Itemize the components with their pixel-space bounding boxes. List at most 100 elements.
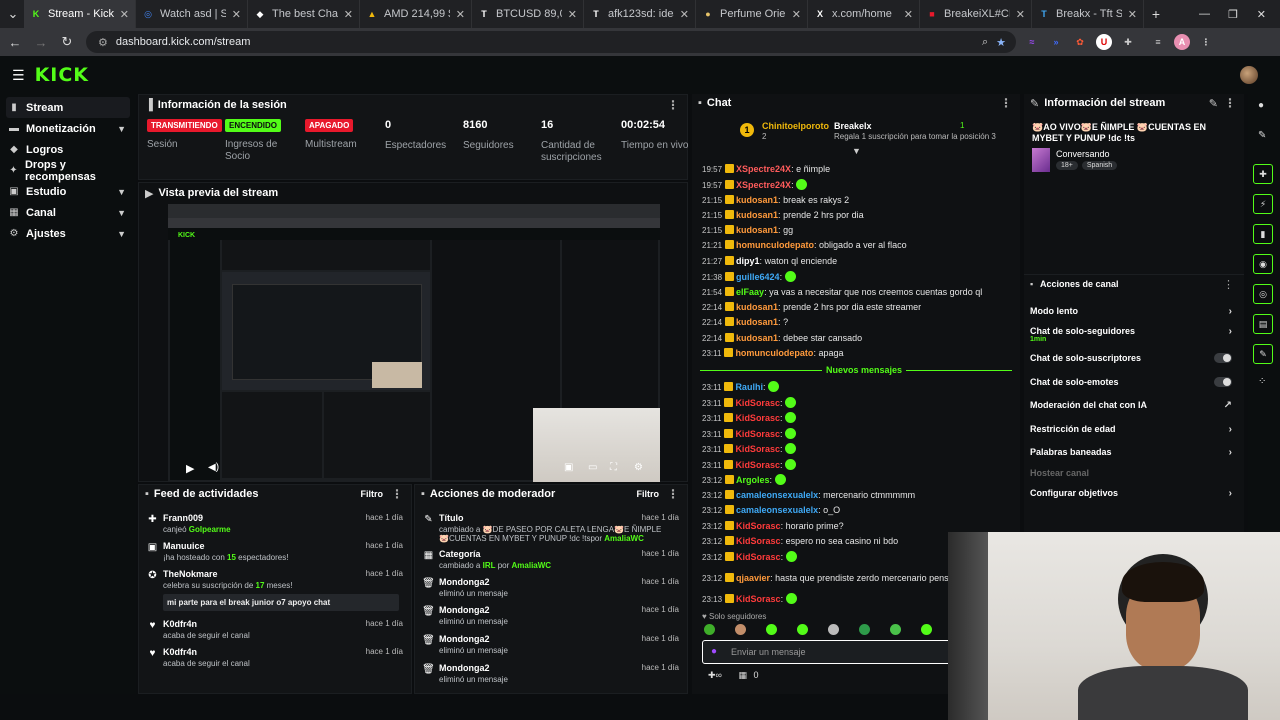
extensions-puzzle-icon[interactable]: ✚	[1120, 34, 1136, 50]
sidebar-item-ajustes[interactable]: ⚙ Ajustes ▼	[6, 223, 130, 244]
browser-tab[interactable]: ■ BreakeiXL#CIRDC ✕	[920, 0, 1032, 28]
rail-button-layout[interactable]: ▤	[1253, 314, 1273, 334]
sidebar-item-estudio[interactable]: ▣ Estudio ▼	[6, 181, 130, 202]
kick-logo[interactable]: KICK	[35, 64, 89, 86]
chat-message[interactable]: 19:57 XSpectre24X:	[702, 179, 1002, 191]
browser-tab[interactable]: T BTCUSD 89,093 ▲ ✕	[472, 0, 584, 28]
pinned-leaderboard[interactable]: 1 Chinitoelporoto 2 Breakelx 1 Regala 1 …	[740, 120, 1010, 144]
edit-icon[interactable]: ✎	[1209, 97, 1218, 110]
url-bar[interactable]: ⚙ dashboard.kick.com/stream ⌕ ★	[86, 31, 1016, 53]
reading-list-icon[interactable]: ≡	[1150, 34, 1166, 50]
tab-close-icon[interactable]: ✕	[1016, 8, 1025, 21]
chat-message[interactable]: 22:14 kudosan1: ?	[702, 317, 1002, 328]
mod-action-item[interactable]: 🗑 Mondonga2 hace 1 día eliminó un mensaje	[421, 634, 683, 655]
channel-action-chat-de-solo-emotes[interactable]: Chat de solo-emotes	[1030, 377, 1236, 387]
chat-message[interactable]: 23:11 KidSorasc:	[702, 412, 1002, 424]
rail-button-doc[interactable]: ▮	[1253, 224, 1273, 244]
reload-icon[interactable]: ↻	[56, 31, 78, 53]
tab-close-icon[interactable]: ✕	[680, 8, 689, 21]
chat-username[interactable]: KidSorasc	[735, 444, 780, 454]
chat-menu-icon[interactable]: ⋮	[1000, 96, 1012, 110]
volume-icon[interactable]: ◀)	[208, 462, 219, 473]
chat-message[interactable]: 21:27 dipy1: waton ql enciende	[702, 256, 1002, 267]
browser-tab[interactable]: ◎ Watch asd | Strea ✕	[136, 0, 248, 28]
tab-close-icon[interactable]: ✕	[232, 8, 241, 21]
chat-username[interactable]: kudosan1	[736, 302, 778, 312]
info-circle-icon[interactable]: ●	[1258, 100, 1264, 111]
tab-close-icon[interactable]: ✕	[120, 8, 129, 21]
activity-item[interactable]: ✪ TheNokmare hace 1 día celebra su suscripc…	[145, 569, 407, 611]
extension-icon-1[interactable]: ≈	[1024, 34, 1040, 50]
tab-close-icon[interactable]: ✕	[344, 8, 353, 21]
channel-actions-menu-icon[interactable]: ⋮	[1223, 278, 1234, 291]
rail-button-broadcast[interactable]: ◎	[1253, 284, 1273, 304]
chat-username[interactable]: camaleonsexualelx	[736, 505, 818, 515]
chat-message[interactable]: 23:12 KidSorasc: horario prime?	[702, 521, 1002, 532]
sidebar-item-monetizaci-n[interactable]: ▬ Monetización ▼	[6, 118, 130, 139]
channel-action-palabras-baneadas[interactable]: Palabras baneadas ›	[1030, 447, 1236, 458]
rail-button-chat[interactable]: ◉	[1253, 254, 1273, 274]
chat-username[interactable]: kudosan1	[736, 333, 778, 343]
fullscreen-icon[interactable]: ⛶	[610, 462, 617, 473]
chat-username[interactable]: XSpectre24X	[736, 180, 791, 190]
chat-username[interactable]: qjaavier	[736, 573, 770, 583]
browser-tab[interactable]: ▲ AMD 214,99 $ (▼ ✕	[360, 0, 472, 28]
activity-item[interactable]: ▣ Manuuice hace 1 día ¡ha hosteado con 15 e…	[145, 541, 407, 562]
chat-message[interactable]: 21:15 kudosan1: prende 2 hrs por dia	[702, 210, 1002, 221]
stream-preview-video[interactable]: KICK ▶ ◀) ▣ ▭ ⛶ ⚙	[168, 204, 660, 482]
tab-close-icon[interactable]: ✕	[1128, 8, 1137, 21]
chat-username[interactable]: KidSorasc	[736, 594, 781, 604]
mod-action-item[interactable]: 🗑 Mondonga2 hace 1 día eliminó un mensaje	[421, 605, 683, 626]
chat-message[interactable]: 23:11 KidSorasc:	[702, 443, 1002, 455]
extension-icon-4[interactable]: U	[1096, 34, 1112, 50]
channel-action-modo-lento[interactable]: Modo lento ›	[1030, 306, 1236, 317]
chat-input[interactable]: ● Enviar un mensaje	[702, 640, 952, 664]
sidebar-item-logros[interactable]: ◆ Logros	[6, 139, 130, 160]
chat-message[interactable]: 23:11 homunculodepato: apaga	[702, 348, 1002, 359]
chat-username[interactable]: KidSorasc	[735, 429, 780, 439]
rail-more-icon[interactable]: ⁘	[1258, 376, 1266, 387]
chat-message[interactable]: 22:14 kudosan1: debee star cansado	[702, 333, 1002, 344]
channel-action-restricci-n-de-edad[interactable]: Restricción de edad ›	[1030, 424, 1236, 435]
browser-menu-icon[interactable]: ⋮	[1198, 34, 1214, 50]
tab-close-icon[interactable]: ✕	[568, 8, 577, 21]
chat-username[interactable]: KidSorasc	[735, 460, 780, 470]
chat-username[interactable]: Raulhi	[735, 382, 763, 392]
theater-icon[interactable]: ▭	[588, 462, 597, 473]
chat-message[interactable]: 21:54 elFaay: ya vas a necesitar que nos …	[702, 287, 1002, 298]
mod-action-item[interactable]: 🗑 Mondonga2 hace 1 día eliminó un mensaje	[421, 663, 683, 684]
play-button[interactable]: ▶	[186, 462, 194, 475]
channel-action-chat-de-solo-suscriptores[interactable]: Chat de solo-suscriptores	[1030, 353, 1236, 363]
tag-spanish[interactable]: Spanish	[1081, 161, 1118, 170]
mod-menu-icon[interactable]: ⋮	[667, 487, 679, 501]
settings-gear-icon[interactable]: ⚙	[634, 462, 643, 473]
pencil-icon[interactable]: ✎	[1258, 130, 1266, 141]
chat-username[interactable]: XSpectre24X	[736, 164, 791, 174]
forward-icon[interactable]: →	[30, 31, 52, 53]
tab-search-icon[interactable]: ⌄	[2, 3, 24, 25]
chat-username[interactable]: homunculodepato	[735, 348, 813, 358]
activity-item[interactable]: ✚ Frann009 hace 1 día canjeó Golpearme	[145, 513, 407, 534]
chat-message[interactable]: 21:21 homunculodepato: obligado a ver al …	[702, 240, 1002, 251]
chat-username[interactable]: elFaay	[736, 287, 764, 297]
rail-button-crosshair[interactable]: ✚	[1253, 164, 1273, 184]
chat-username[interactable]: kudosan1	[736, 210, 778, 220]
tag-18[interactable]: 18+	[1056, 161, 1078, 170]
chat-message[interactable]: 23:12 camaleonsexualelx: mercenario ctmmm…	[702, 490, 1002, 501]
tab-close-icon[interactable]: ✕	[904, 8, 913, 21]
site-info-icon[interactable]: ⚙	[98, 36, 108, 49]
category-thumbnail[interactable]	[1032, 148, 1050, 172]
profile-avatar[interactable]: A	[1174, 34, 1190, 50]
tab-close-icon[interactable]: ✕	[456, 8, 465, 21]
chat-username[interactable]: KidSorasc	[735, 413, 780, 423]
chat-username[interactable]: KidSorasc	[736, 536, 781, 546]
channel-action-moderaci-n-del-chat-con-ia[interactable]: Moderación del chat con IA ↗	[1030, 400, 1236, 411]
chat-message[interactable]: 23:12 camaleonsexualelx: o_O	[702, 505, 1002, 516]
chat-username[interactable]: homunculodepato	[736, 240, 814, 250]
activity-filter-button[interactable]: Filtro	[361, 489, 384, 499]
emote-bar[interactable]	[704, 624, 952, 636]
chat-username[interactable]: kudosan1	[736, 317, 778, 327]
chat-username[interactable]: Argoles	[736, 475, 770, 485]
browser-tab[interactable]: K Stream - Kick Dash ✕	[24, 0, 136, 28]
window-close-button[interactable]: ✕	[1257, 8, 1266, 21]
